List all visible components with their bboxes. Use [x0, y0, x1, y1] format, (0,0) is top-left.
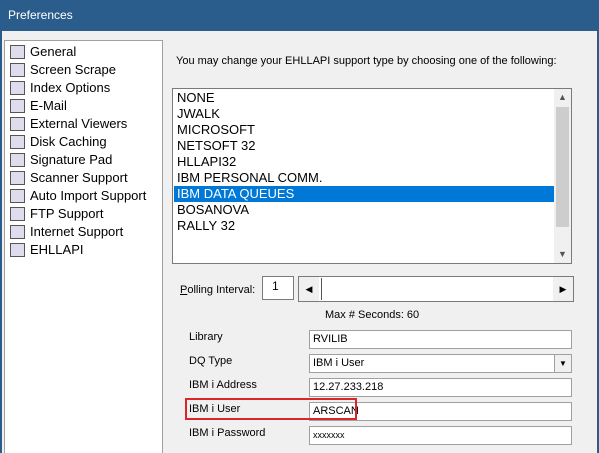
- sidebar-item-internet-support[interactable]: Internet Support: [8, 223, 123, 241]
- max-seconds-text: Max # Seconds: 60: [325, 309, 420, 321]
- chevron-left-icon[interactable]: ◀: [299, 277, 319, 301]
- library-label: Library: [189, 331, 223, 343]
- index-options-icon: [10, 81, 25, 95]
- sidebar-item-label: Internet Support: [30, 224, 124, 239]
- polling-interval-label: Polling Interval:: [180, 284, 255, 296]
- list-item[interactable]: BOSANOVA: [174, 202, 555, 218]
- list-item[interactable]: NONE: [174, 90, 555, 106]
- auto-import-icon: [10, 189, 25, 203]
- sidebar-item-signature-pad[interactable]: Signature Pad: [8, 151, 112, 169]
- window-title: Preferences: [0, 0, 599, 31]
- password-label: IBM i Password: [189, 427, 266, 439]
- list-item-selected[interactable]: IBM DATA QUEUES: [174, 186, 555, 202]
- sidebar-item-external-viewers[interactable]: External Viewers: [8, 115, 127, 133]
- disk-caching-icon: [10, 135, 25, 149]
- scrollbar-thumb[interactable]: [556, 107, 569, 227]
- list-item[interactable]: MICROSOFT: [174, 122, 555, 138]
- external-viewers-icon: [10, 117, 25, 131]
- library-field[interactable]: RVILIB: [309, 330, 572, 349]
- sidebar-item-label: EHLLAPI: [30, 242, 84, 257]
- sidebar-item-label: Index Options: [30, 80, 111, 95]
- sidebar-item-email[interactable]: E-Mail: [8, 97, 67, 115]
- chevron-down-icon[interactable]: ▼: [554, 355, 571, 372]
- chevron-right-icon[interactable]: ▶: [553, 277, 573, 301]
- dq-type-value: IBM i User: [313, 357, 365, 369]
- dq-type-select[interactable]: IBM i User ▼: [309, 354, 572, 373]
- sidebar-item-label: Auto Import Support: [30, 188, 147, 203]
- sidebar-item-label: E-Mail: [30, 98, 67, 113]
- ehllapi-icon: [10, 243, 25, 257]
- scanner-icon: [10, 171, 25, 185]
- ehllapi-panel: You may change your EHLLAPI support type…: [164, 31, 597, 453]
- window-frame-left: [0, 31, 2, 453]
- internet-icon: [10, 225, 25, 239]
- sidebar-item-general[interactable]: General: [8, 43, 76, 61]
- slider-thumb[interactable]: [321, 278, 322, 300]
- polling-label-rest: olling Interval:: [187, 284, 256, 296]
- sidebar-item-label: Signature Pad: [30, 152, 113, 167]
- sidebar-item-auto-import[interactable]: Auto Import Support: [8, 187, 146, 205]
- general-icon: [10, 45, 25, 59]
- dq-type-label: DQ Type: [189, 355, 233, 367]
- sidebar-item-label: Screen Scrape: [30, 62, 116, 77]
- list-scrollbar[interactable]: ▲ ▼: [554, 89, 571, 263]
- polling-interval-input[interactable]: 1: [262, 276, 294, 300]
- list-item[interactable]: IBM PERSONAL COMM.: [174, 170, 555, 186]
- sidebar-item-label: Disk Caching: [30, 134, 107, 149]
- list-item[interactable]: JWALK: [174, 106, 555, 122]
- intro-text: You may change your EHLLAPI support type…: [176, 55, 557, 67]
- signature-pad-icon: [10, 153, 25, 167]
- ftp-icon: [10, 207, 25, 221]
- email-icon: [10, 99, 25, 113]
- sidebar-item-ftp-support[interactable]: FTP Support: [8, 205, 103, 223]
- list-item[interactable]: RALLY 32: [174, 218, 555, 234]
- sidebar-tree: General Screen Scrape Index Options E-Ma…: [4, 40, 163, 453]
- list-item[interactable]: NETSOFT 32: [174, 138, 555, 154]
- sidebar-item-disk-caching[interactable]: Disk Caching: [8, 133, 107, 151]
- password-field[interactable]: xxxxxxx: [309, 426, 572, 445]
- address-label: IBM i Address: [189, 379, 257, 391]
- polling-interval-slider[interactable]: ◀ ▶: [298, 276, 574, 302]
- sidebar-item-index-options[interactable]: Index Options: [8, 79, 110, 97]
- sidebar-item-ehllapi[interactable]: EHLLAPI: [8, 241, 84, 259]
- sidebar-item-scanner-support[interactable]: Scanner Support: [8, 169, 128, 187]
- sidebar-item-label: Scanner Support: [30, 170, 128, 185]
- ehllapi-type-list[interactable]: NONE JWALK MICROSOFT NETSOFT 32 HLLAPI32…: [172, 88, 572, 264]
- sidebar-item-screen-scrape[interactable]: Screen Scrape: [8, 61, 116, 79]
- address-field[interactable]: 12.27.233.218: [309, 378, 572, 397]
- sidebar-item-label: FTP Support: [30, 206, 104, 221]
- chevron-up-icon[interactable]: ▲: [554, 89, 571, 106]
- chevron-down-icon[interactable]: ▼: [554, 246, 571, 263]
- sidebar-item-label: External Viewers: [30, 116, 128, 131]
- list-item[interactable]: HLLAPI32: [174, 154, 555, 170]
- sidebar-item-label: General: [30, 44, 77, 59]
- annotation-highlight-box: [185, 398, 357, 420]
- screen-scrape-icon: [10, 63, 25, 77]
